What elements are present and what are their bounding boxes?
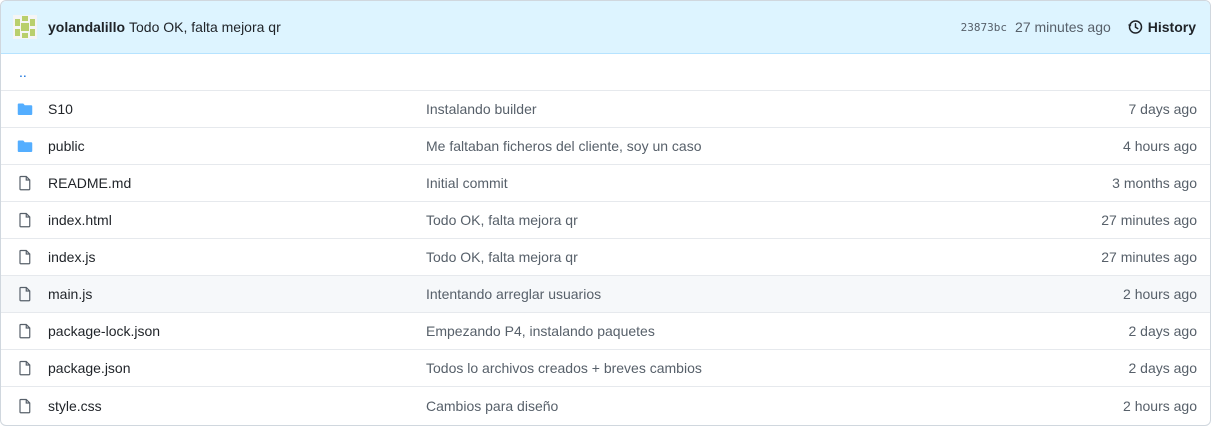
commit-message-link[interactable]: Todo OK, falta mejora qr <box>426 212 1101 228</box>
folder-icon <box>17 101 33 117</box>
file-name-link[interactable]: package-lock.json <box>48 323 426 339</box>
commit-author[interactable]: yolandalillo <box>48 19 125 35</box>
commit-time: 2 days ago <box>1128 323 1198 339</box>
file-icon <box>17 286 33 302</box>
commit-time: 27 minutes ago <box>1101 249 1197 265</box>
commit-time: 27 minutes ago <box>1101 212 1197 228</box>
file-name-link[interactable]: index.js <box>48 249 426 265</box>
file-name-link[interactable]: public <box>48 138 426 154</box>
history-button[interactable]: History <box>1127 19 1196 35</box>
commit-time: 4 hours ago <box>1123 138 1197 154</box>
file-row[interactable]: index.html Todo OK, falta mejora qr 27 min… <box>1 202 1210 239</box>
folder-icon <box>17 138 33 154</box>
commit-message-link[interactable]: Todo OK, falta mejora qr <box>426 249 1101 265</box>
commit-message-link[interactable]: Intentando arreglar usuarios <box>426 286 1123 302</box>
file-name-link[interactable]: README.md <box>48 175 426 191</box>
file-icon <box>17 323 33 339</box>
commit-message-link[interactable]: Initial commit <box>426 175 1112 191</box>
history-icon <box>1127 20 1143 34</box>
file-row[interactable]: index.js Todo OK, falta mejora qr 27 minut… <box>1 239 1210 276</box>
history-label: History <box>1147 19 1196 35</box>
file-icon <box>17 398 33 414</box>
commit-time: 2 days ago <box>1128 360 1198 376</box>
latest-commit-bar: yolandalillo Todo OK, falta mejora qr 23… <box>1 1 1210 54</box>
file-row[interactable]: style.css Cambios para diseño 2 hours ago <box>1 387 1210 424</box>
commit-sha[interactable]: 23873bc <box>961 21 1007 34</box>
commit-time: 27 minutes ago <box>1015 19 1111 35</box>
file-name-link[interactable]: main.js <box>48 286 426 302</box>
file-name-link[interactable]: package.json <box>48 360 426 376</box>
commit-message-link[interactable]: Todos lo archivos creados + breves cambi… <box>426 360 1129 376</box>
commit-message-link[interactable]: Instalando builder <box>426 101 1129 117</box>
file-list: S10 Instalando builder 7 days ago public Me … <box>1 91 1210 424</box>
file-name-link[interactable]: style.css <box>48 398 426 414</box>
commit-time: 3 months ago <box>1112 175 1197 191</box>
commit-message-link[interactable]: Me faltaban ficheros del cliente, soy un… <box>426 138 1123 154</box>
file-icon <box>17 249 33 265</box>
parent-directory-link[interactable]: .. <box>1 54 1210 91</box>
file-icon <box>17 360 33 376</box>
file-icon <box>17 175 33 191</box>
file-row[interactable]: S10 Instalando builder 7 days ago <box>1 91 1210 128</box>
file-row[interactable]: public Me faltaban ficheros del cliente, … <box>1 128 1210 165</box>
commit-time: 7 days ago <box>1128 101 1198 117</box>
commit-time: 2 hours ago <box>1123 397 1197 414</box>
file-row[interactable]: package.json Todos lo archivos creados + … <box>1 350 1210 387</box>
file-row[interactable]: README.md Initial commit 3 months ago <box>1 165 1210 202</box>
commit-message-link[interactable]: Empezando P4, instalando paquetes <box>426 323 1129 339</box>
commit-time: 2 hours ago <box>1123 286 1197 302</box>
file-name-link[interactable]: S10 <box>48 101 426 117</box>
file-row[interactable]: main.js Intentando arreglar usuarios 2 hou… <box>1 276 1210 313</box>
file-icon <box>17 212 33 228</box>
latest-commit-message[interactable]: Todo OK, falta mejora qr <box>129 19 281 35</box>
file-browser: yolandalillo Todo OK, falta mejora qr 23… <box>0 0 1211 426</box>
user-avatar-icon[interactable] <box>13 15 37 39</box>
commit-message-link[interactable]: Cambios para diseño <box>426 398 1123 414</box>
parent-directory-label[interactable]: .. <box>19 64 27 80</box>
file-row[interactable]: package-lock.json Empezando P4, instaland… <box>1 313 1210 350</box>
file-name-link[interactable]: index.html <box>48 212 426 228</box>
